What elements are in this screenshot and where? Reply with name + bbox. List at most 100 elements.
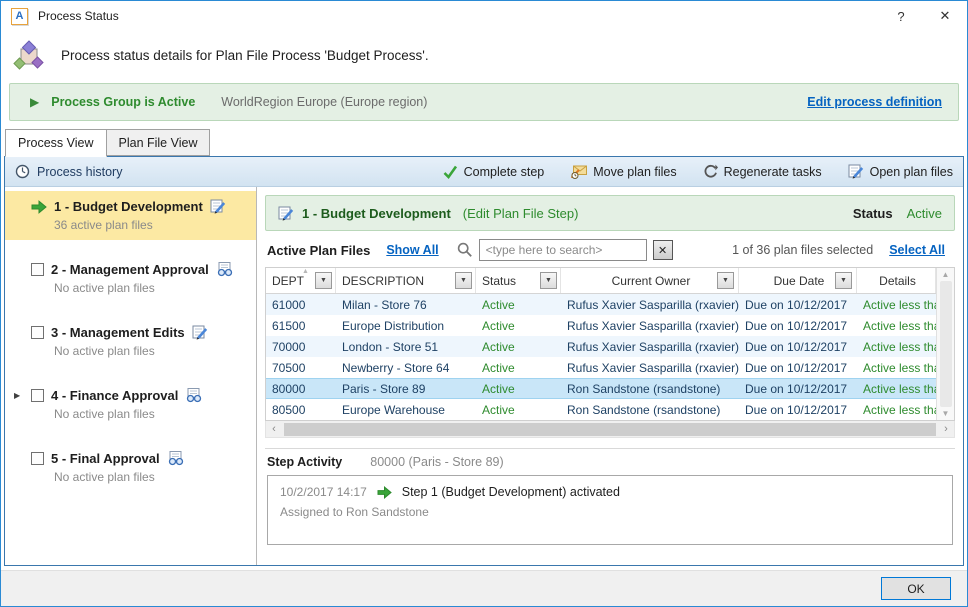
step-substatus: No active plan files: [54, 344, 250, 358]
step-activity-log: 10/2/2017 14:17 Step 1 (Budget Developme…: [267, 475, 953, 545]
play-icon: ▶: [30, 95, 39, 109]
step-item-final-approval[interactable]: 5 - Final Approval No: [5, 443, 256, 492]
search-icon: [457, 242, 473, 258]
clock-icon: [15, 164, 30, 179]
horizontal-scroll-thumb[interactable]: [284, 423, 936, 436]
sort-ascending-icon: ▲: [302, 268, 309, 275]
column-header-dept[interactable]: ▲ DEPT ▼: [266, 268, 336, 293]
step-checkbox[interactable]: [31, 263, 44, 276]
open-plan-files-button[interactable]: Open plan files: [848, 164, 953, 179]
scroll-down-icon[interactable]: ▼: [942, 409, 950, 418]
horizontal-scrollbar[interactable]: ‹ ›: [265, 421, 955, 438]
step-item-finance-approval[interactable]: ▶ 4 - Finance Approval: [5, 380, 256, 429]
move-plan-files-button[interactable]: Move plan files: [570, 164, 676, 179]
process-status-dialog: A Process Status ? ✕ Process status deta…: [0, 0, 968, 607]
activity-assigned: Assigned to Ron Sandstone: [280, 505, 940, 519]
column-header-details[interactable]: Details: [857, 268, 936, 293]
grid-header-row: ▲ DEPT ▼ DESCRIPTION ▼ Status ▼: [266, 268, 936, 294]
help-button[interactable]: ?: [879, 1, 923, 31]
step-activity-header: Step Activity 80000 (Paris - Store 89): [267, 455, 953, 469]
process-group-banner: ▶ Process Group is Active WorldRegion Eu…: [9, 83, 959, 121]
plan-files-grid: ▲ DEPT ▼ DESCRIPTION ▼ Status ▼: [265, 267, 955, 421]
step-checkbox[interactable]: [31, 389, 44, 402]
workflow-icon: [13, 39, 45, 71]
close-button[interactable]: ✕: [923, 1, 967, 31]
step-activity-label: Step Activity: [267, 455, 342, 469]
step-substatus: No active plan files: [54, 281, 250, 295]
table-row[interactable]: 80500 Europe Warehouse Active Ron Sandst…: [266, 399, 936, 420]
ok-button[interactable]: OK: [881, 577, 951, 600]
titlebar: A Process Status ? ✕: [1, 1, 967, 31]
scroll-right-icon[interactable]: ›: [938, 423, 954, 435]
column-header-current-owner[interactable]: Current Owner ▼: [561, 268, 739, 293]
table-row[interactable]: 70000 London - Store 51 Active Rufus Xav…: [266, 336, 936, 357]
tab-plan-file-view[interactable]: Plan File View: [107, 129, 211, 156]
step-item-management-edits[interactable]: 3 - Management Edits: [5, 317, 256, 366]
step-item-budget-development[interactable]: 1 - Budget Development: [5, 191, 256, 240]
filter-button[interactable]: ▼: [455, 272, 472, 289]
column-header-status[interactable]: Status ▼: [476, 268, 561, 293]
step-checkbox[interactable]: [31, 326, 44, 339]
activated-arrow-icon: [377, 486, 392, 499]
review-step-icon: [185, 388, 202, 403]
search-input[interactable]: [479, 239, 647, 261]
tab-process-view[interactable]: Process View: [5, 129, 107, 157]
vertical-scrollbar[interactable]: ▲ ▼: [936, 268, 954, 420]
table-row[interactable]: 61500 Europe Distribution Active Rufus X…: [266, 315, 936, 336]
selected-step-mode: (Edit Plan File Step): [463, 206, 579, 221]
vertical-scroll-thumb[interactable]: [940, 281, 952, 407]
step-detail-panel: 1 - Budget Development (Edit Plan File S…: [257, 187, 963, 565]
column-header-description[interactable]: DESCRIPTION ▼: [336, 268, 476, 293]
app-icon: A: [11, 8, 28, 25]
column-header-due-date[interactable]: Due Date ▼: [739, 268, 857, 293]
table-row-selected[interactable]: 80000 Paris - Store 89 Active Ron Sandst…: [266, 378, 936, 399]
dialog-description: Process status details for Plan File Pro…: [61, 48, 429, 63]
document-edit-icon: [848, 164, 864, 179]
current-step-arrow-icon: [31, 200, 47, 214]
move-clock-icon: [570, 164, 587, 179]
status-label: Status: [853, 206, 893, 221]
step-substatus: No active plan files: [54, 407, 250, 421]
process-group-scope: WorldRegion Europe (Europe region): [221, 95, 427, 109]
activity-timestamp: 10/2/2017 14:17: [280, 485, 367, 499]
activity-event: Step 1 (Budget Development) activated: [402, 485, 620, 499]
process-steps-panel: 1 - Budget Development: [5, 187, 257, 565]
expander-icon[interactable]: ▶: [14, 391, 20, 400]
edit-step-icon: [192, 325, 208, 340]
edit-step-icon: [210, 199, 226, 214]
edit-process-definition-link[interactable]: Edit process definition: [807, 95, 942, 109]
selected-step-title: 1 - Budget Development: [302, 206, 451, 221]
review-step-icon: [216, 262, 233, 277]
filter-button[interactable]: ▼: [717, 272, 734, 289]
complete-step-button[interactable]: Complete step: [443, 164, 545, 179]
tab-bar: Process View Plan File View: [1, 129, 967, 156]
step-item-management-approval[interactable]: 2 - Management Approval: [5, 254, 256, 303]
review-step-icon: [167, 451, 184, 466]
selection-summary: 1 of 36 plan files selected: [732, 243, 873, 257]
table-row[interactable]: 70500 Newberry - Store 64 Active Rufus X…: [266, 357, 936, 378]
process-history-label: Process history: [37, 165, 122, 179]
step-checkbox[interactable]: [31, 452, 44, 465]
step-substatus: No active plan files: [54, 470, 250, 484]
show-all-link[interactable]: Show All: [386, 243, 438, 257]
step-activity-context: 80000 (Paris - Store 89): [370, 455, 503, 469]
process-toolbar: Process history Complete step: [5, 157, 963, 187]
active-plan-files-bar: Active Plan Files Show All ✕ 1 of 36 pla…: [267, 237, 953, 263]
refresh-icon: [703, 164, 718, 179]
clear-search-button[interactable]: ✕: [653, 240, 673, 260]
active-plan-files-label: Active Plan Files: [267, 243, 370, 258]
dialog-header: Process status details for Plan File Pro…: [1, 31, 967, 79]
filter-button[interactable]: ▼: [315, 272, 332, 289]
process-view-content: Process history Complete step: [4, 156, 964, 566]
regenerate-tasks-button[interactable]: Regenerate tasks: [703, 164, 822, 179]
filter-button[interactable]: ▼: [835, 272, 852, 289]
selected-step-header: 1 - Budget Development (Edit Plan File S…: [265, 195, 955, 231]
scroll-up-icon[interactable]: ▲: [942, 270, 950, 279]
window-title: Process Status: [38, 9, 119, 23]
step-substatus: 36 active plan files: [54, 218, 250, 232]
select-all-link[interactable]: Select All: [889, 243, 945, 257]
filter-button[interactable]: ▼: [540, 272, 557, 289]
table-row[interactable]: 61000 Milan - Store 76 Active Rufus Xavi…: [266, 294, 936, 315]
process-group-status: Process Group is Active: [51, 95, 195, 109]
scroll-left-icon[interactable]: ‹: [266, 423, 282, 435]
